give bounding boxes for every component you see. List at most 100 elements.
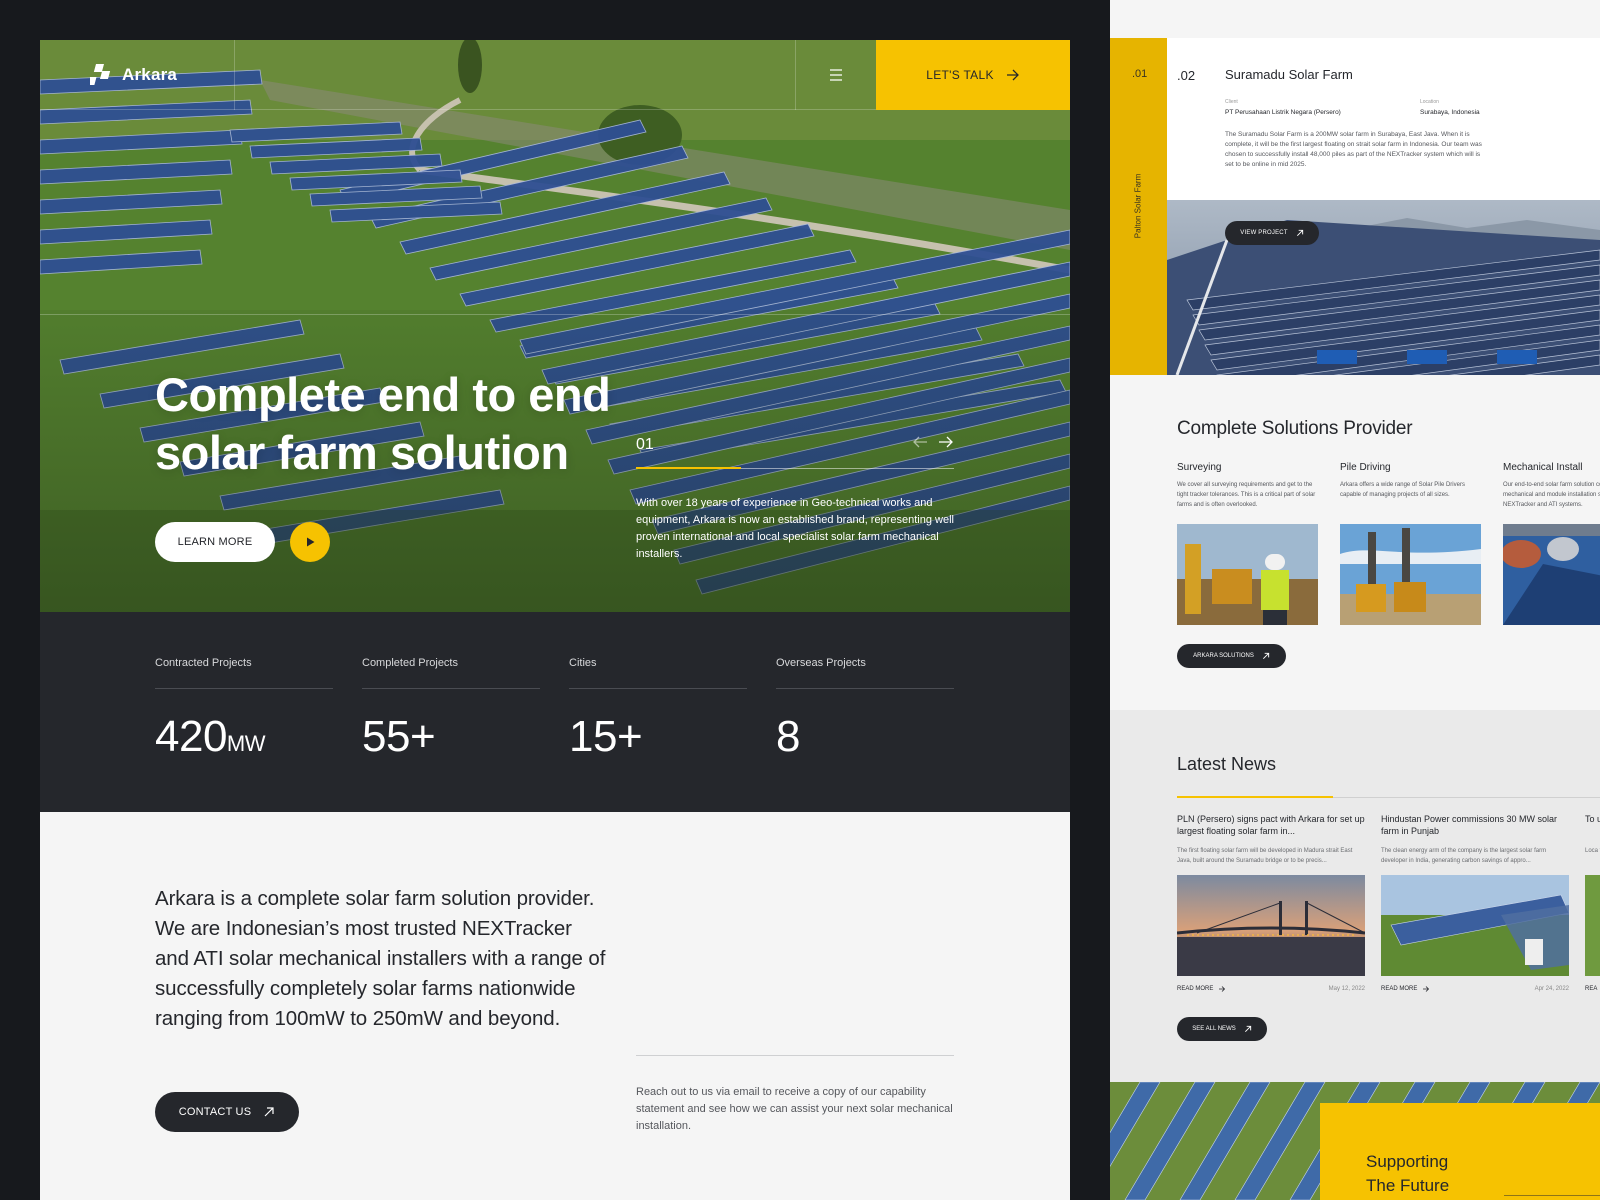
stat-number: 420 (155, 712, 227, 761)
client-value: PT Perusahaan Listrik Negara (Persero) (1225, 109, 1341, 116)
brand-name: Arkara (122, 65, 178, 84)
top-navigation: Arkara LET'S TALK (40, 40, 1070, 110)
news-divider-accent (1177, 796, 1333, 798)
news-date: May 12, 2022 (1328, 986, 1365, 992)
solution-name: Mechanical Install (1503, 462, 1583, 473)
play-icon (307, 537, 315, 547)
news-headline: To up (1585, 814, 1600, 824)
stat-label: Contracted Projects (155, 657, 252, 669)
solution-card-pile-driving[interactable]: Pile Driving Arkara offers a wide range … (1340, 462, 1481, 625)
news-footer: REA (1585, 986, 1600, 992)
solution-description: We cover all surveying requirements and … (1177, 482, 1316, 508)
contact-us-button[interactable]: CONTACT US (155, 1092, 299, 1132)
solution-name: Pile Driving (1340, 462, 1391, 473)
play-video-button[interactable] (290, 522, 330, 562)
stat-divider (776, 688, 954, 689)
news-photo (1585, 875, 1600, 976)
solutions-title: Complete Solutions Provider (1177, 418, 1413, 439)
hero-title-bold: end to end (377, 368, 611, 421)
learn-more-button[interactable]: LEARN MORE (155, 522, 275, 562)
news-headline: PLN (Persero) signs pact with Arkara for… (1177, 814, 1365, 836)
mechanical-install-photo (1503, 524, 1600, 625)
arkara-logo-icon (86, 64, 114, 86)
punjab-solar-photo (1381, 875, 1569, 976)
stat-divider (155, 688, 333, 689)
stat-value: 55+ (362, 712, 436, 761)
read-more-link[interactable]: REA (1585, 986, 1597, 992)
hero-title-line2: solar farm solution (155, 426, 569, 479)
arrow-up-right-icon (1244, 1025, 1251, 1032)
news-footer: READ MORE Apr 24, 2022 (1381, 986, 1569, 992)
stat-divider (362, 688, 540, 689)
stats-section: Contracted Projects 420MW Completed Proj… (40, 612, 1070, 812)
project-description: The Suramadu Solar Farm is a 200MW solar… (1225, 131, 1482, 168)
arrow-left-icon (913, 436, 927, 448)
client-label: Client (1225, 99, 1238, 105)
previous-project-number: .01 (1132, 68, 1148, 80)
contact-us-label: CONTACT US (178, 1106, 252, 1118)
hero-divider (40, 314, 1070, 315)
see-all-news-button[interactable]: SEE ALL NEWS (1177, 1017, 1267, 1041)
read-more-label: READ MORE (1381, 986, 1418, 992)
hero-section: Arkara LET'S TALK Complete end to end so… (40, 40, 1070, 612)
brand-logo[interactable]: Arkara (86, 64, 178, 86)
stat-value: 420MW (155, 712, 266, 762)
arkara-solutions-label: ARKARA SOLUTIONS (1193, 653, 1254, 659)
hamburger-icon (830, 69, 842, 81)
project-card: .01 Palton Solar Farm .02 Suramadu Solar… (1110, 38, 1600, 375)
arrow-up-right-icon (264, 1107, 274, 1117)
arrow-up-right-icon (1262, 652, 1269, 659)
solution-description: Arkara offers a wide range of Solar Pile… (1340, 482, 1465, 498)
news-title: Latest News (1177, 754, 1277, 774)
arrow-right-icon (1423, 986, 1430, 992)
stat-divider (569, 688, 747, 689)
news-excerpt: The first floating solar farm will be de… (1177, 848, 1353, 864)
news-card[interactable]: To up Loca the s REA (1585, 813, 1600, 992)
card-divider (1504, 1195, 1600, 1196)
news-excerpt: The clean energy arm of the company is t… (1381, 848, 1547, 864)
about-statement: Arkara is a complete solar farm solution… (155, 887, 606, 1030)
pile-driving-photo (1340, 524, 1481, 625)
view-project-button[interactable]: VIEW PROJECT (1225, 221, 1319, 245)
previous-slide-button[interactable] (912, 435, 928, 454)
supporting-future-card: Supporting The Future (1320, 1103, 1600, 1200)
read-more-label: READ MORE (1177, 986, 1214, 992)
location-value: Surabaya, Indonesia (1420, 109, 1480, 116)
lets-talk-button[interactable]: LET'S TALK (876, 40, 1070, 110)
about-section: Arkara is a complete solar farm solution… (40, 812, 1070, 1200)
arkara-solutions-button[interactable]: ARKARA SOLUTIONS (1177, 644, 1286, 668)
news-card[interactable]: Hindustan Power commissions 30 MW solar … (1381, 813, 1569, 992)
previous-project-tab[interactable]: .01 Palton Solar Farm (1110, 38, 1167, 375)
stat-label: Overseas Projects (776, 657, 866, 669)
landing-page: Arkara LET'S TALK Complete end to end so… (40, 40, 1070, 1200)
menu-button[interactable] (796, 40, 876, 110)
slide-progress-track (636, 467, 954, 469)
stat-unit: MW (226, 731, 266, 756)
hero-title-light: Complete (155, 368, 378, 421)
solution-name: Surveying (1177, 462, 1222, 473)
arrow-right-icon (939, 436, 953, 448)
read-more-link[interactable]: READ MORE (1381, 986, 1430, 992)
stat-label: Completed Projects (362, 657, 458, 669)
project-number: .02 (1177, 68, 1196, 83)
nav-divider (234, 40, 235, 110)
read-more-link[interactable]: READ MORE (1177, 986, 1226, 992)
supporting-future-title: Supporting The Future (1366, 1150, 1449, 1198)
next-slide-button[interactable] (938, 435, 954, 454)
previous-project-name: Palton Solar Farm (1133, 173, 1143, 239)
solution-card-mechanical-install[interactable]: Mechanical Install Our end-to-end solar … (1503, 462, 1600, 625)
news-card[interactable]: PLN (Persero) signs pact with Arkara for… (1177, 813, 1365, 992)
view-project-label: VIEW PROJECT (1240, 230, 1288, 236)
surveying-photo (1177, 524, 1318, 625)
solution-description: Our end-to-end solar farm solution cover… (1503, 482, 1600, 508)
supporting-line-2: The Future (1366, 1176, 1450, 1195)
arrow-right-icon (1219, 986, 1226, 992)
solution-card-surveying[interactable]: Surveying We cover all surveying require… (1177, 462, 1318, 625)
news-headline: Hindustan Power commissions 30 MW solar … (1381, 814, 1558, 836)
arrow-up-right-icon (1296, 229, 1303, 236)
stat-value: 15+ (569, 712, 643, 761)
see-all-news-label: SEE ALL NEWS (1192, 1026, 1236, 1032)
supporting-line-1: Supporting (1366, 1152, 1449, 1171)
slide-number: 01 (636, 436, 654, 453)
about-note: Reach out to us via email to receive a c… (636, 1086, 953, 1132)
